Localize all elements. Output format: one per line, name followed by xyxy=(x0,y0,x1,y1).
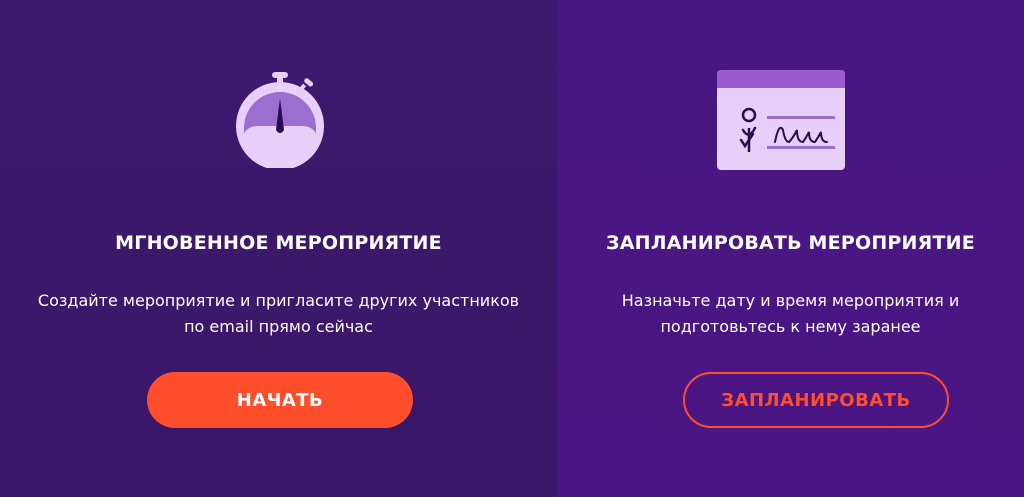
schedule-event-panel: ЗАПЛАНИРОВАТЬ МЕРОПРИЯТИЕ Назначьте дату… xyxy=(557,0,1024,497)
schedule-button[interactable]: ЗАПЛАНИРОВАТЬ xyxy=(683,372,949,428)
instant-event-description-line-2: по email прямо сейчас xyxy=(184,317,373,336)
schedule-event-description-line-1: Назначьте дату и время мероприятия и xyxy=(621,291,960,310)
schedule-event-description-line-2: подготовьтесь к нему заранее xyxy=(660,317,921,336)
instant-event-title: МГНОВЕННОЕ МЕРОПРИЯТИЕ xyxy=(115,232,442,254)
signed-document-icon xyxy=(717,70,847,170)
schedule-event-description: Назначьте дату и время мероприятия и под… xyxy=(557,288,1024,340)
event-options: МГНОВЕННОЕ МЕРОПРИЯТИЕ Создайте мероприя… xyxy=(0,0,1024,497)
instant-event-description-line-1: Создайте мероприятие и пригласите других… xyxy=(37,291,520,310)
start-button[interactable]: НАЧАТЬ xyxy=(147,372,413,428)
stopwatch-icon xyxy=(230,68,330,170)
instant-event-panel: МГНОВЕННОЕ МЕРОПРИЯТИЕ Создайте мероприя… xyxy=(0,0,557,497)
schedule-event-title: ЗАПЛАНИРОВАТЬ МЕРОПРИЯТИЕ xyxy=(606,232,975,254)
instant-event-description: Создайте мероприятие и пригласите других… xyxy=(0,288,557,340)
